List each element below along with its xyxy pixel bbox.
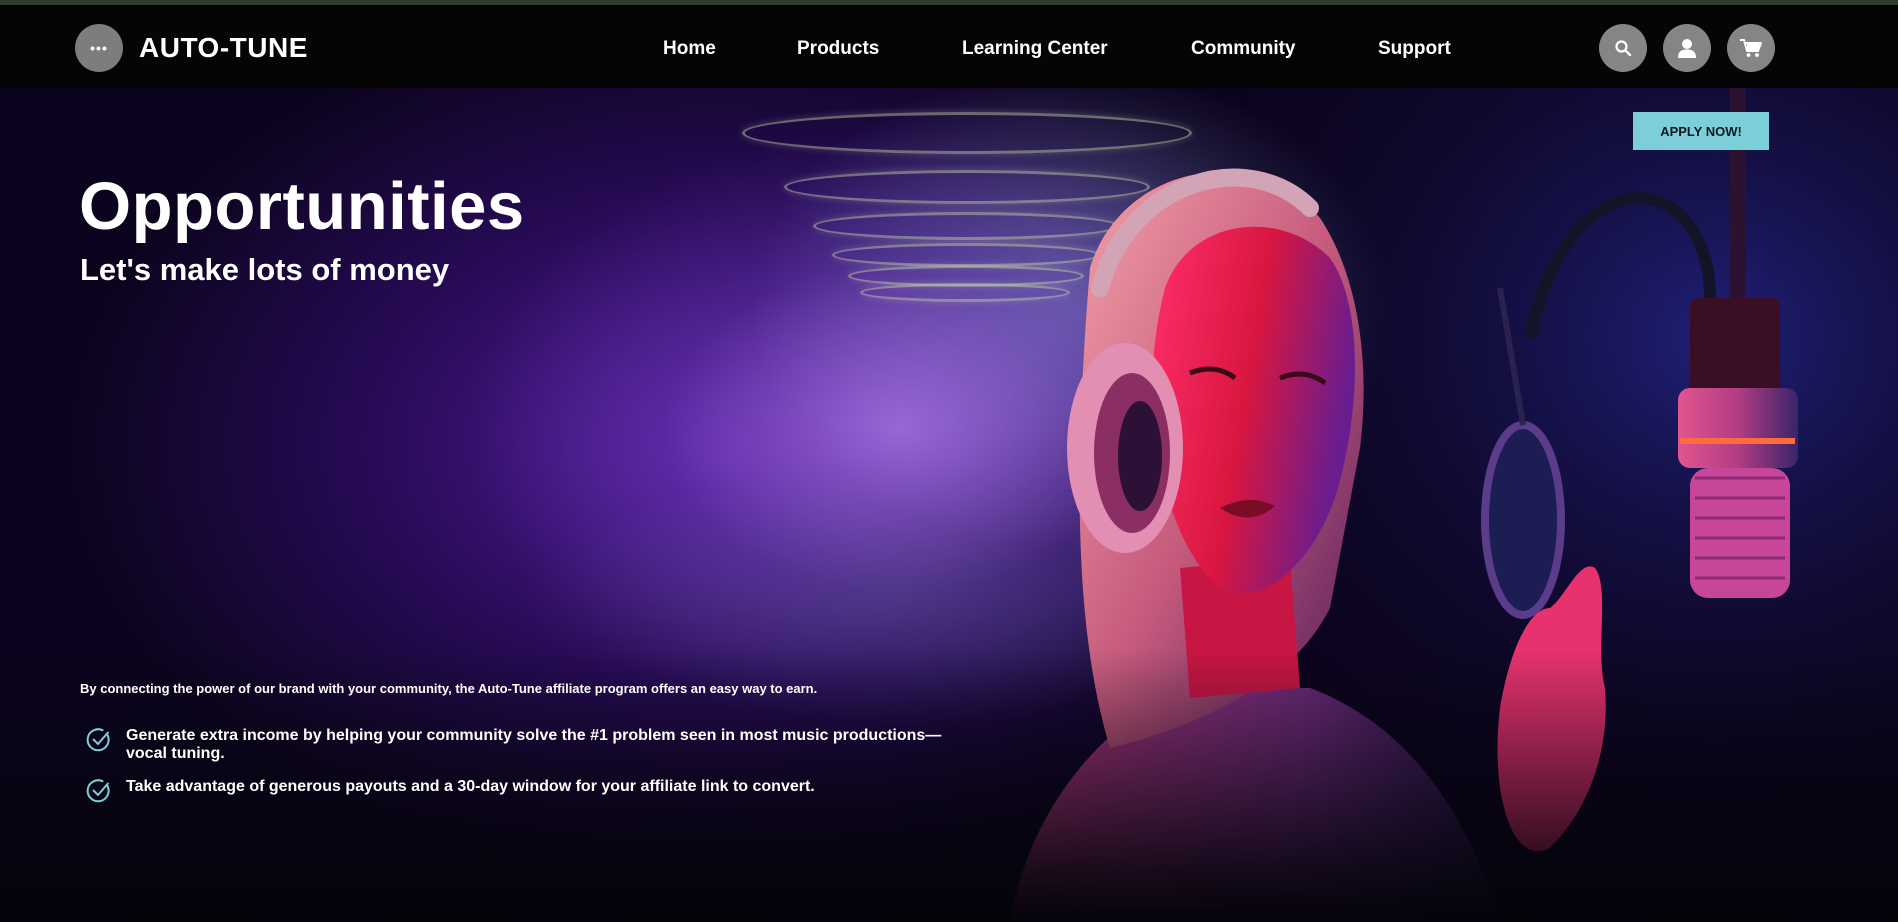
apply-now-button[interactable]: APPLY NOW! [1633,112,1769,150]
affiliate-intro-text: By connecting the power of our brand wit… [80,681,818,696]
top-navigation-bar: ••• AUTO-TUNE Home Products Learning Cen… [0,5,1898,88]
brand-logo[interactable]: AUTO-TUNE [139,32,308,64]
nav-products[interactable]: Products [797,38,879,60]
page-title: Opportunities [79,169,525,244]
benefit-text: Generate extra income by helping your co… [126,727,942,762]
nav-support[interactable]: Support [1378,38,1451,60]
menu-button[interactable]: ••• [75,24,123,72]
benefit-text: Take advantage of generous payouts and a… [126,778,815,795]
search-icon [1615,40,1632,57]
user-icon [1678,39,1696,58]
cart-button[interactable] [1727,24,1775,72]
search-button[interactable] [1599,24,1647,72]
benefit-list-item: Take advantage of generous payouts and a… [86,778,966,804]
hero-banner: Opportunities Let's make lots of money A… [0,88,1898,922]
more-icon: ••• [90,40,108,56]
nav-learning-center[interactable]: Learning Center [962,38,1108,60]
cart-icon [1740,39,1762,57]
page-subtitle: Let's make lots of money [80,252,450,287]
account-button[interactable] [1663,24,1711,72]
check-circle-icon [86,728,110,752]
benefit-list-item: Generate extra income by helping your co… [86,727,966,763]
nav-home[interactable]: Home [663,38,716,60]
nav-community[interactable]: Community [1191,38,1296,60]
check-circle-icon [86,779,110,803]
